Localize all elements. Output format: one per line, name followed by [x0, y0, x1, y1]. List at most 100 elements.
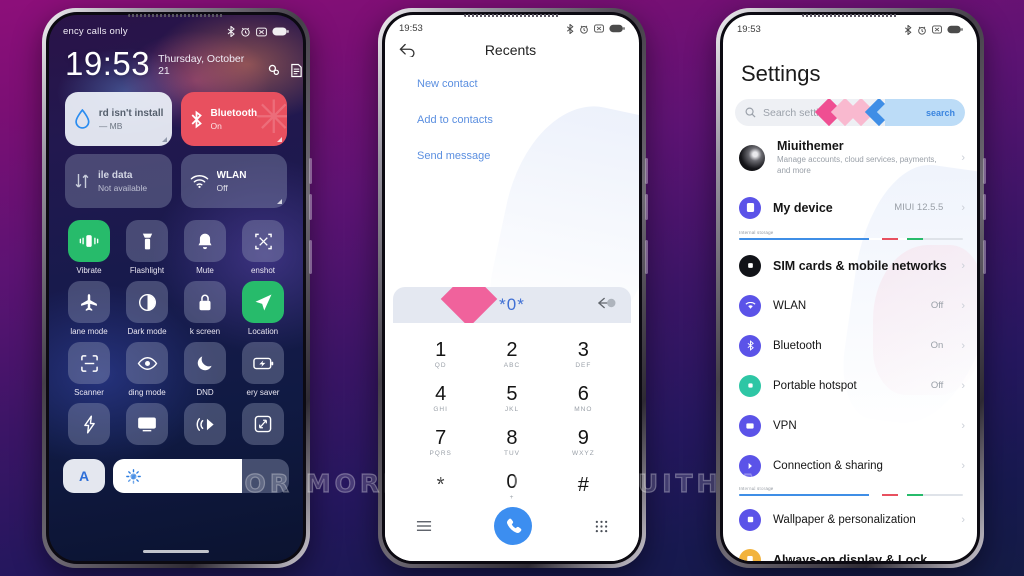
quick-tile-lock-screen[interactable]: k screen: [179, 281, 231, 336]
chevron-right-icon[interactable]: ›: [961, 260, 965, 272]
status-icons: [566, 23, 625, 34]
quick-tile-airplane-mode[interactable]: lane mode: [63, 281, 115, 336]
dial-key-8[interactable]: 8 TUV: [476, 421, 547, 463]
quick-tile-lightning[interactable]: [63, 403, 115, 449]
device-icon: [739, 196, 761, 219]
back-arrow-icon[interactable]: [399, 43, 416, 57]
key-letters: MNO: [574, 405, 593, 413]
settings-row-wallpaper[interactable]: Wallpaper & personalization ›: [723, 500, 977, 540]
tile-expand-corner-icon[interactable]: [161, 137, 167, 142]
tile-sub: Not available: [98, 182, 148, 193]
quick-tile-vibrate[interactable]: Vibrate: [63, 220, 115, 275]
row-value: Off: [930, 300, 944, 312]
dial-key-6[interactable]: 6 MNO: [548, 377, 619, 419]
quick-tile-flashlight[interactable]: Flashlight: [121, 220, 173, 275]
chevron-right-icon[interactable]: ›: [961, 300, 965, 312]
dialer-action-links: New contact Add to contacts Send message: [385, 58, 639, 162]
quick-tile-scanner[interactable]: Scanner: [63, 342, 115, 397]
quick-tile-location[interactable]: Location: [237, 281, 289, 336]
chevron-right-icon[interactable]: ›: [961, 152, 965, 164]
tile-mobile-data[interactable]: ile data Not available: [65, 154, 172, 208]
dial-key-5[interactable]: 5 JKL: [476, 377, 547, 419]
dial-key-9[interactable]: 9 WXYZ: [548, 421, 619, 463]
power-button[interactable]: [645, 240, 648, 274]
settings-row-sim-cards[interactable]: SIM cards & mobile networks ›: [723, 246, 977, 286]
settings-row-account[interactable]: Miuithemer Manage accounts, cloud servic…: [723, 126, 977, 188]
quick-tile-fullscreen[interactable]: [237, 403, 289, 449]
settings-app: 19:53 Settings Search settings search Mi…: [723, 15, 977, 561]
dial-key-hash[interactable]: #: [548, 465, 619, 507]
tile-expand-corner-icon[interactable]: [277, 137, 282, 142]
chevron-right-icon[interactable]: ›: [961, 340, 965, 352]
volume-up-button[interactable]: [645, 158, 648, 184]
settings-row-aod[interactable]: Always-on display & Lock: [723, 540, 977, 561]
dial-key-7[interactable]: 7 PQRS: [405, 421, 476, 463]
settings-row-vpn[interactable]: VPN ›: [723, 406, 977, 446]
add-to-contacts-link[interactable]: Add to contacts: [417, 114, 639, 126]
volume-up-button[interactable]: [309, 158, 312, 184]
settings-gear-icon[interactable]: [267, 63, 281, 77]
power-button[interactable]: [309, 240, 312, 274]
chevron-right-icon[interactable]: ›: [961, 202, 965, 214]
row-label: WLAN: [773, 299, 807, 312]
quick-tile-label: Dark mode: [127, 327, 167, 336]
dial-key-0[interactable]: 0 +: [476, 465, 547, 507]
quick-tile-reading-mode[interactable]: ding mode: [121, 342, 173, 397]
settings-row-my-device[interactable]: My device MIUI 12.5.5 ›: [723, 188, 977, 228]
quick-tile-label: enshot: [250, 266, 276, 275]
settings-row-wlan[interactable]: WLAN Off ›: [723, 286, 977, 326]
volume-down-button[interactable]: [309, 194, 312, 220]
search-settings-bar[interactable]: Search settings search: [735, 99, 965, 126]
storage-seg-used: [739, 493, 869, 496]
settings-row-bluetooth[interactable]: Bluetooth On ›: [723, 326, 977, 366]
dial-key-4[interactable]: 4 GHI: [405, 377, 476, 419]
dial-key-3[interactable]: 3 DEF: [548, 333, 619, 375]
volume-down-button[interactable]: [983, 194, 986, 220]
quick-tile-label: Vibrate: [76, 266, 102, 275]
dial-input-bar[interactable]: *0*: [393, 287, 631, 323]
tile-expand-corner-icon[interactable]: [277, 199, 282, 204]
keypad-grid-icon[interactable]: [595, 520, 608, 533]
row-label: VPN: [773, 419, 797, 432]
volume-down-button[interactable]: [645, 194, 648, 220]
auto-brightness-button[interactable]: A: [63, 459, 105, 493]
vibrate-icon: [68, 220, 110, 262]
quick-tile-screenshot[interactable]: enshot: [237, 220, 289, 275]
quick-tile-dnd[interactable]: DND: [179, 342, 231, 397]
reading-mode-eye-icon: [126, 342, 168, 384]
tile-wlan[interactable]: WLAN Off: [180, 154, 287, 208]
account-name: Miuithemer: [777, 139, 844, 153]
volume-up-button[interactable]: [983, 158, 986, 184]
quick-tile-cast[interactable]: [121, 403, 173, 449]
earpiece-grille-icon: [464, 14, 560, 17]
chevron-right-icon[interactable]: ›: [961, 420, 965, 432]
quick-tile-dark-mode[interactable]: Dark mode: [121, 281, 173, 336]
chevron-right-icon[interactable]: ›: [961, 460, 965, 472]
power-button[interactable]: [983, 240, 986, 274]
tile-title: WLAN: [216, 169, 247, 181]
tile-bluetooth[interactable]: ✳ Bluetooth On: [180, 92, 287, 146]
menu-lines-icon[interactable]: [416, 520, 432, 532]
tile-sim-data[interactable]: rd isn't install — MB: [65, 92, 172, 146]
dial-key-1[interactable]: 1 QD: [405, 333, 476, 375]
chevron-right-icon[interactable]: ›: [961, 514, 965, 526]
quick-tile-nfc[interactable]: [179, 403, 231, 449]
dial-key-star[interactable]: *: [405, 465, 476, 507]
quick-tile-battery-saver[interactable]: ery saver: [237, 342, 289, 397]
key-number: 4: [435, 382, 447, 405]
status-time: 19:53: [399, 23, 423, 34]
settings-row-connection-sharing[interactable]: Connection & sharing ›: [723, 446, 977, 486]
send-message-link[interactable]: Send message: [417, 150, 639, 162]
quick-tile-mute[interactable]: Mute: [179, 220, 231, 275]
backspace-icon[interactable]: [597, 296, 617, 314]
call-button[interactable]: [494, 507, 533, 545]
dial-key-2[interactable]: 2 ABC: [476, 333, 547, 375]
chevron-right-icon[interactable]: ›: [961, 380, 965, 392]
clock-action-icons: [267, 63, 303, 80]
brightness-slider[interactable]: [113, 459, 289, 493]
settings-row-portable-hotspot[interactable]: Portable hotspot Off ›: [723, 366, 977, 406]
row-label: Bluetooth: [773, 339, 822, 352]
home-indicator[interactable]: [143, 550, 209, 553]
edit-note-icon[interactable]: [290, 63, 303, 78]
new-contact-link[interactable]: New contact: [417, 78, 639, 90]
